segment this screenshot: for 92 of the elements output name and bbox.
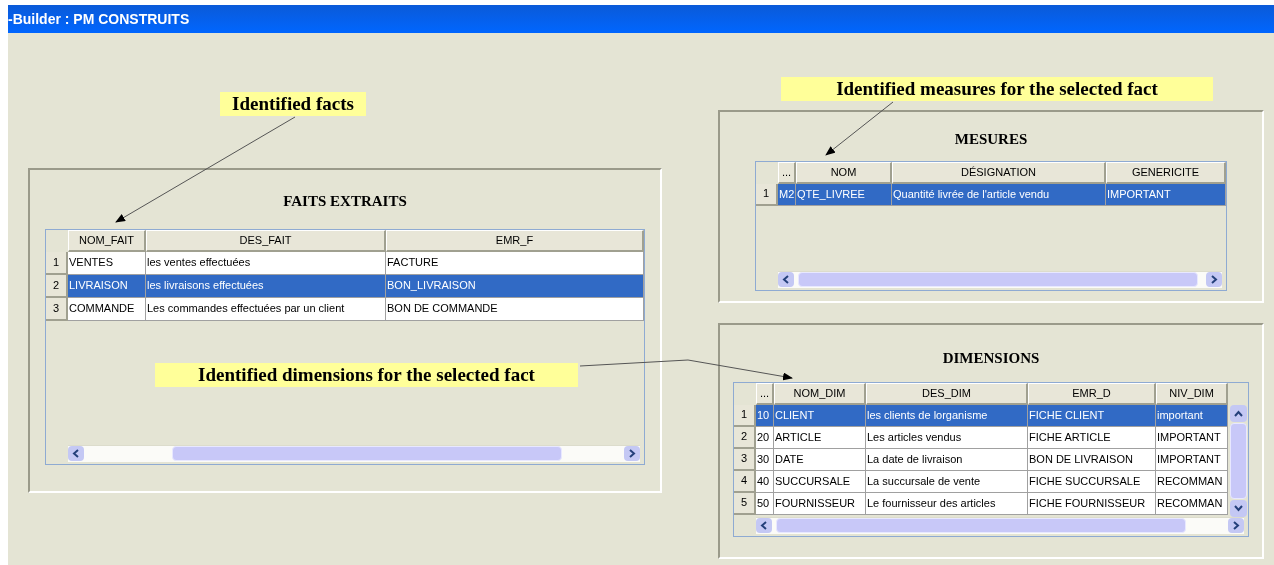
table-cell: Le fournisseur des articles: [866, 492, 1028, 515]
table-cell: IMPORTANT: [1156, 426, 1228, 449]
scroll-thumb[interactable]: [776, 518, 1186, 533]
table-cell: les livraisons effectuées: [146, 274, 386, 298]
table-cell: CLIENT: [774, 404, 866, 427]
table-cell: Les commandes effectuées par un client: [146, 297, 386, 321]
table-cell: FICHE CLIENT: [1028, 404, 1156, 427]
scroll-right-icon[interactable]: [1206, 272, 1222, 287]
scroll-thumb[interactable]: [1229, 422, 1247, 499]
column-header[interactable]: ...: [756, 382, 774, 405]
table-cell: FICHE ARTICLE: [1028, 426, 1156, 449]
table-cell: FICHE SUCCURSALE: [1028, 470, 1156, 493]
table-cell: BON DE LIVRAISON: [1028, 448, 1156, 471]
panel-title: FAITS EXTRAITS: [283, 192, 407, 211]
table-cell: 50: [756, 492, 774, 515]
table-cell: SUCCURSALE: [774, 470, 866, 493]
column-header[interactable]: NOM_FAIT: [68, 229, 146, 252]
panel-title: DIMENSIONS: [942, 349, 1040, 368]
scroll-left-icon[interactable]: [778, 272, 794, 287]
table-cell: La succursale de vente: [866, 470, 1028, 493]
column-header[interactable]: NIV_DIM: [1156, 382, 1228, 405]
scroll-right-icon[interactable]: [624, 446, 640, 461]
table-cell: QTE_LIVREE: [796, 183, 892, 206]
column-header[interactable]: DÉSIGNATION: [892, 161, 1106, 184]
row-number: 3: [734, 448, 756, 471]
table-cell: 30: [756, 448, 774, 471]
table-cell: IMPORTANT: [1106, 183, 1226, 206]
table-row[interactable]: 5 50 FOURNISSEUR Le fournisseur des articles FICHE FOURNISSEUR RECOMMAN: [734, 492, 1228, 515]
column-header[interactable]: DES_DIM: [866, 382, 1028, 405]
table-row[interactable]: 1 10 CLIENT les clients de lorganisme FICHE CLIENT important: [734, 404, 1228, 427]
scroll-thumb[interactable]: [172, 446, 562, 461]
table-cell: COMMANDE: [68, 297, 146, 321]
scroll-thumb[interactable]: [798, 272, 1198, 287]
table-cell: 20: [756, 426, 774, 449]
column-header[interactable]: DES_FAIT: [146, 229, 386, 252]
row-number: 1: [46, 251, 68, 275]
table-row[interactable]: 1 VENTES les ventes effectuées FACTURE: [46, 251, 644, 275]
column-header[interactable]: EMR_F: [386, 229, 644, 252]
table-cell: BON DE COMMANDE: [386, 297, 644, 321]
row-number: 2: [734, 426, 756, 449]
table-cell: Quantité livrée de l'article vendu: [892, 183, 1106, 206]
scroll-right-icon[interactable]: [1228, 518, 1244, 533]
table-cell: FICHE FOURNISSEUR: [1028, 492, 1156, 515]
column-header[interactable]: ...: [778, 161, 796, 184]
table-cell: ARTICLE: [774, 426, 866, 449]
table-cell: La date de livraison: [866, 448, 1028, 471]
leader-line: [825, 101, 894, 156]
window-title: -Builder : PM CONSTRUITS: [8, 9, 190, 29]
table-row[interactable]: 1 M2 QTE_LIVREE Quantité livrée de l'article vendu IMPORTANT: [756, 183, 1226, 206]
column-header[interactable]: NOM: [796, 161, 892, 184]
table-row[interactable]: 3 COMMANDE Les commandes effectuées par un client BON DE COMMANDE: [46, 297, 644, 321]
row-number: 4: [734, 470, 756, 493]
table-row[interactable]: 2 LIVRAISON les livraisons effectuées BON_LIVRAISON: [46, 274, 644, 298]
row-number: 1: [756, 183, 778, 206]
table-cell: les ventes effectuées: [146, 251, 386, 275]
table-cell: les clients de lorganisme: [866, 404, 1028, 427]
table-cell: DATE: [774, 448, 866, 471]
row-number: 3: [46, 297, 68, 321]
table-cell: FOURNISSEUR: [774, 492, 866, 515]
column-header[interactable]: NOM_DIM: [774, 382, 866, 405]
scroll-left-icon[interactable]: [68, 446, 84, 461]
table-cell: FACTURE: [386, 251, 644, 275]
table-cell: 40: [756, 470, 774, 493]
table-cell: 10: [756, 404, 774, 427]
scroll-up-icon[interactable]: [1229, 404, 1247, 422]
table-cell: IMPORTANT: [1156, 448, 1228, 471]
column-header[interactable]: GENERICITE: [1106, 161, 1226, 184]
vertical-scrollbar[interactable]: [1228, 404, 1248, 517]
column-header[interactable]: EMR_D: [1028, 382, 1156, 405]
panel-title: MESURES: [954, 130, 1028, 149]
scroll-left-icon[interactable]: [756, 518, 772, 533]
row-number: 5: [734, 492, 756, 515]
horizontal-scrollbar[interactable]: [778, 270, 1222, 288]
row-number: 2: [46, 274, 68, 298]
table-cell: M2: [778, 183, 796, 206]
table-cell: RECOMMAN: [1156, 492, 1228, 515]
table-row[interactable]: 3 30 DATE La date de livraison BON DE LIVRAISON IMPORTANT: [734, 448, 1228, 471]
horizontal-scrollbar[interactable]: [756, 516, 1244, 534]
callout-label: Identified facts: [220, 92, 366, 116]
table-row[interactable]: 2 20 ARTICLE Les articles vendus FICHE ARTICLE IMPORTANT: [734, 426, 1228, 449]
table-cell: RECOMMAN: [1156, 470, 1228, 493]
callout-label: Identified measures for the selected fact: [781, 77, 1213, 101]
table-row[interactable]: 4 40 SUCCURSALE La succursale de vente FICHE SUCCURSALE RECOMMAN: [734, 470, 1228, 493]
table-cell: VENTES: [68, 251, 146, 275]
callout-label: Identified dimensions for the selected fact: [155, 363, 578, 387]
table-cell: BON_LIVRAISON: [386, 274, 644, 298]
horizontal-scrollbar[interactable]: [68, 444, 640, 462]
table-cell: LIVRAISON: [68, 274, 146, 298]
table-cell: important: [1156, 404, 1228, 427]
scroll-down-icon[interactable]: [1229, 499, 1247, 517]
table-cell: Les articles vendus: [866, 426, 1028, 449]
row-number: 1: [734, 404, 756, 427]
